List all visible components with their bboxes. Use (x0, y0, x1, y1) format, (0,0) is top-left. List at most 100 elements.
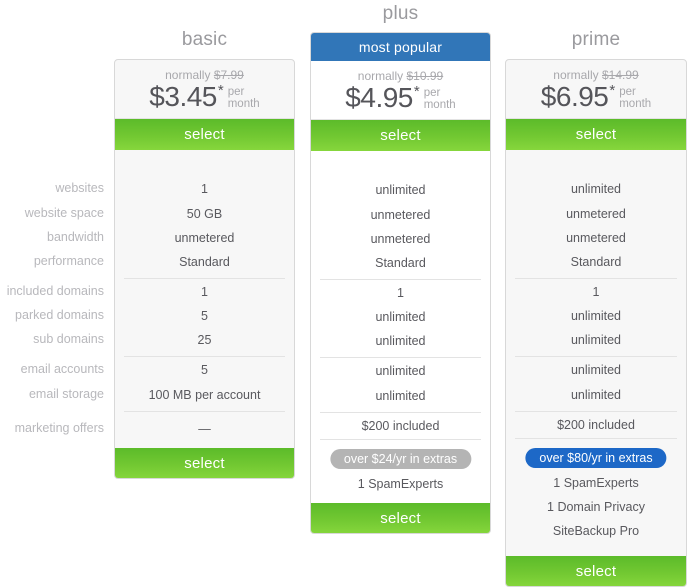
original-price: $10.99 (407, 69, 444, 83)
feature-label-bandwidth: bandwidth (0, 230, 104, 244)
plan-title-basic: basic (114, 29, 295, 51)
feature-value-email-accounts: unlimited (311, 364, 490, 378)
feature-value-email-storage: unlimited (311, 389, 490, 403)
feature-value-parked-domains: unlimited (311, 310, 490, 324)
select-button-basic-bottom[interactable]: select (114, 448, 295, 479)
price-block-basic: normally $7.99 $3.45 * per month (115, 60, 294, 119)
price-row-plus: $4.95 * per month (311, 82, 490, 114)
period-per: per (619, 86, 636, 98)
price-period-basic: per month (228, 86, 260, 110)
feature-value-bandwidth: unmetered (115, 231, 294, 245)
feature-label-website-space: website space (0, 206, 104, 220)
price-asterisk-basic: * (218, 81, 224, 101)
original-price: $7.99 (214, 68, 244, 82)
section-divider (124, 356, 285, 357)
feature-value-performance: Standard (115, 255, 294, 269)
section-divider (515, 438, 677, 439)
features-prime: unlimited unmetered unmetered Standard 1… (506, 150, 686, 578)
feature-value-website-space: unmetered (506, 207, 686, 221)
extra-item-spamexperts: 1 SpamExperts (506, 476, 686, 490)
section-divider (320, 412, 481, 413)
feature-value-email-accounts: unlimited (506, 363, 686, 377)
normally-prefix: normally (358, 69, 403, 83)
feature-value-websites: 1 (115, 182, 294, 196)
feature-value-included-domains: 1 (115, 285, 294, 299)
feature-label-performance: performance (0, 254, 104, 268)
normally-price-plus: normally $10.99 (311, 61, 490, 83)
price-asterisk-prime: * (609, 81, 615, 101)
extras-badge-prime: over $80/yr in extras (525, 448, 666, 468)
feature-label-sub-domains: sub domains (0, 332, 104, 346)
most-popular-ribbon: most popular (311, 33, 490, 61)
feature-value-parked-domains: 5 (115, 309, 294, 323)
extra-item-spamexperts: 1 SpamExperts (311, 477, 490, 491)
feature-value-bandwidth: unmetered (311, 232, 490, 246)
section-divider (320, 279, 481, 280)
section-divider (124, 411, 285, 412)
price-period-plus: per month (424, 87, 456, 111)
feature-value-website-space: 50 GB (115, 207, 294, 221)
period-month: month (619, 98, 651, 110)
price-row-basic: $3.45 * per month (115, 81, 294, 113)
period-month: month (424, 99, 456, 111)
feature-label-websites: websites (0, 181, 104, 195)
price-amount-plus: $4.95 (345, 82, 413, 114)
section-divider (320, 439, 481, 440)
normally-price-prime: normally $14.99 (506, 60, 686, 82)
feature-value-sub-domains: unlimited (506, 333, 686, 347)
price-row-prime: $6.95 * per month (506, 81, 686, 113)
extra-item-sitebackup-pro: SiteBackup Pro (506, 524, 686, 538)
normally-prefix: normally (165, 68, 210, 82)
price-asterisk-plus: * (414, 82, 420, 102)
section-divider (320, 357, 481, 358)
original-price: $14.99 (602, 68, 639, 82)
price-block-prime: normally $14.99 $6.95 * per month (506, 60, 686, 119)
feature-value-email-accounts: 5 (115, 363, 294, 377)
feature-value-included-domains: 1 (506, 285, 686, 299)
feature-value-website-space: unmetered (311, 208, 490, 222)
price-block-plus: normally $10.99 $4.95 * per month (311, 61, 490, 120)
feature-value-websites: unlimited (506, 182, 686, 196)
feature-label-email-accounts: email accounts (0, 362, 104, 376)
feature-value-parked-domains: unlimited (506, 309, 686, 323)
feature-value-email-storage: 100 MB per account (115, 388, 294, 402)
select-button-prime-top[interactable]: select (506, 119, 686, 150)
plan-title-plus: plus (310, 3, 491, 25)
feature-value-marketing-offers: — (115, 422, 294, 436)
feature-label-included-domains: included domains (0, 284, 104, 298)
price-amount-basic: $3.45 (149, 81, 217, 113)
select-button-prime-bottom[interactable]: select (505, 556, 687, 587)
normally-price-basic: normally $7.99 (115, 60, 294, 82)
select-button-plus-top[interactable]: select (311, 120, 490, 151)
feature-label-email-storage: email storage (0, 387, 104, 401)
plan-title-prime: prime (505, 29, 687, 51)
normally-prefix: normally (553, 68, 598, 82)
feature-value-sub-domains: 25 (115, 333, 294, 347)
feature-value-sub-domains: unlimited (311, 334, 490, 348)
features-basic: 1 50 GB unmetered Standard 1 5 25 5 100 … (115, 150, 294, 470)
feature-value-included-domains: 1 (311, 286, 490, 300)
plan-card-plus: most popular normally $10.99 $4.95 * per… (310, 32, 491, 534)
feature-value-bandwidth: unmetered (506, 231, 686, 245)
feature-value-performance: Standard (506, 255, 686, 269)
section-divider (515, 411, 677, 412)
feature-value-websites: unlimited (311, 183, 490, 197)
period-per: per (424, 87, 441, 99)
extras-badge-plus: over $24/yr in extras (330, 449, 471, 469)
feature-label-parked-domains: parked domains (0, 308, 104, 322)
section-divider (124, 278, 285, 279)
select-button-basic-top[interactable]: select (115, 119, 294, 150)
extra-item-domain-privacy: 1 Domain Privacy (506, 500, 686, 514)
section-divider (515, 356, 677, 357)
plan-card-basic: normally $7.99 $3.45 * per month select … (114, 59, 295, 479)
price-period-prime: per month (619, 86, 651, 110)
feature-label-marketing-offers: marketing offers (0, 421, 104, 435)
period-per: per (228, 86, 245, 98)
period-month: month (228, 98, 260, 110)
price-amount-prime: $6.95 (541, 81, 609, 113)
select-button-plus-bottom[interactable]: select (310, 503, 491, 534)
section-divider (515, 278, 677, 279)
feature-value-marketing-offers: $200 included (506, 418, 686, 432)
feature-value-performance: Standard (311, 256, 490, 270)
plan-card-prime: normally $14.99 $6.95 * per month select… (505, 59, 687, 587)
